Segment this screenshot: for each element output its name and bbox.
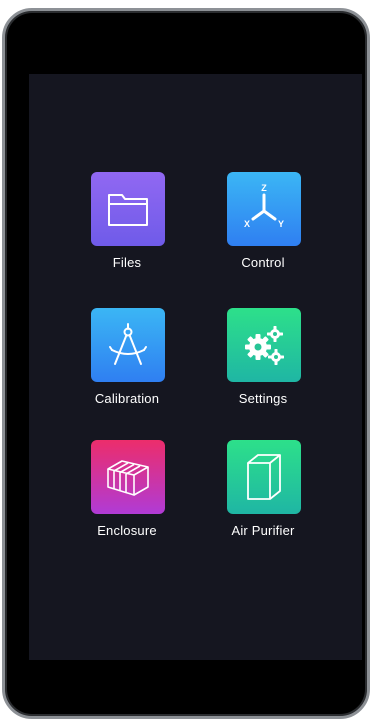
air-purifier-tile[interactable]: Air Purifier xyxy=(203,440,323,550)
axis-label-x: X xyxy=(244,219,250,229)
purifier-box-icon xyxy=(247,454,281,500)
enclosure-label: Enclosure xyxy=(97,523,157,538)
calibration-tile[interactable]: Calibration xyxy=(67,308,187,418)
launcher-screen: Files Z X Y Control Calibration Settings… xyxy=(29,74,362,660)
xyz-axis-icon: Z X Y xyxy=(244,183,284,229)
compass-icon xyxy=(109,323,147,365)
gears-icon xyxy=(245,326,284,365)
control-icon-box[interactable]: Z X Y xyxy=(227,172,301,246)
enclosure-box-icon xyxy=(107,460,149,496)
control-tile[interactable]: Z X Y Control xyxy=(203,172,323,282)
air-purifier-label: Air Purifier xyxy=(231,523,295,538)
settings-label: Settings xyxy=(238,391,288,406)
air-purifier-icon-box[interactable] xyxy=(227,440,301,514)
files-tile[interactable]: Files xyxy=(67,172,187,282)
enclosure-tile[interactable]: Enclosure xyxy=(67,440,187,550)
settings-tile[interactable]: Settings xyxy=(203,308,323,418)
calibration-label: Calibration xyxy=(94,391,160,406)
device-frame: Files Z X Y Control Calibration Settings… xyxy=(2,8,370,719)
axis-label-z: Z xyxy=(261,183,267,193)
axis-label-y: Y xyxy=(278,219,284,229)
files-icon-box[interactable] xyxy=(91,172,165,246)
files-label: Files xyxy=(112,255,142,270)
settings-icon-box[interactable] xyxy=(227,308,301,382)
calibration-icon-box[interactable] xyxy=(91,308,165,382)
control-label: Control xyxy=(241,255,285,270)
enclosure-icon-box[interactable] xyxy=(91,440,165,514)
folder-icon xyxy=(108,194,148,226)
